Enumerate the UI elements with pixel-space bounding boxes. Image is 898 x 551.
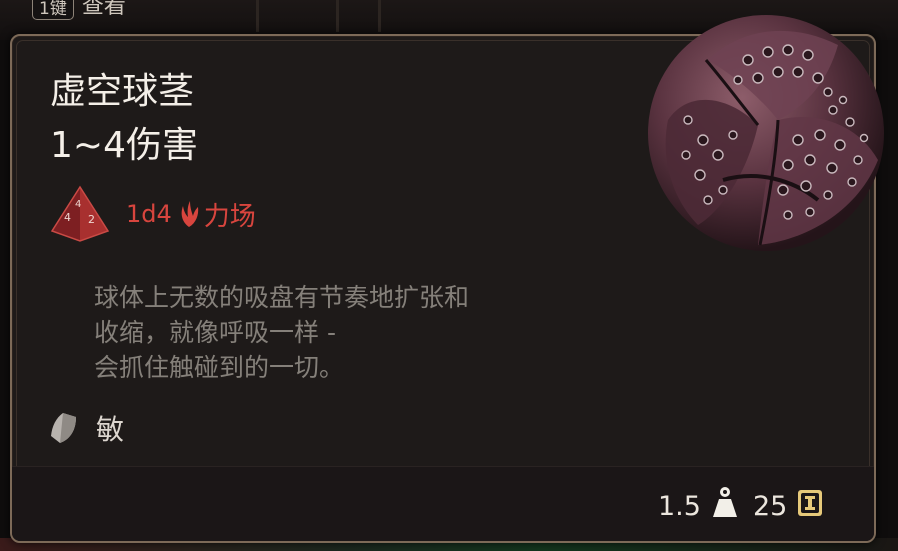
weight-value: 1.5 bbox=[658, 491, 701, 522]
svg-text:2: 2 bbox=[88, 213, 95, 226]
damage-dice: 1d4 bbox=[126, 200, 172, 228]
item-description: 球体上无数的吸盘有节奏地扩张和 收缩，就像呼吸一样 - 会抓住触碰到的一切。 bbox=[94, 280, 614, 385]
description-line: 球体上无数的吸盘有节奏地扩张和 bbox=[94, 283, 470, 312]
finesse-shield-icon bbox=[51, 413, 76, 443]
background-hint: 1键 查看 bbox=[32, 0, 126, 20]
svg-text:4: 4 bbox=[64, 211, 71, 224]
gold-value: 25 bbox=[753, 491, 788, 522]
force-damage-icon bbox=[181, 201, 198, 227]
property-row: 敏 bbox=[48, 408, 124, 448]
hint-label: 查看 bbox=[81, 0, 126, 19]
item-artwork bbox=[648, 15, 884, 251]
d4-dice-icon: 4 4 2 bbox=[50, 185, 110, 242]
damage-range: 1~4伤害 bbox=[50, 125, 198, 166]
damage-type: 力场 bbox=[203, 201, 256, 232]
svg-text:4: 4 bbox=[75, 199, 81, 210]
background-divider bbox=[378, 0, 381, 32]
description-line: 会抓住触碰到的一切。 bbox=[94, 353, 345, 382]
property-label: 敏 bbox=[96, 413, 125, 446]
keybind-badge: 1键 bbox=[32, 0, 74, 20]
damage-row: 4 4 2 1d4 力场 bbox=[48, 185, 256, 242]
tooltip-footer: 1.5 25 bbox=[12, 466, 874, 541]
background-divider bbox=[256, 0, 259, 32]
background-divider bbox=[336, 0, 339, 32]
weight-icon bbox=[713, 487, 737, 517]
description-line: 收缩，就像呼吸一样 - bbox=[94, 318, 336, 347]
gold-coin-icon bbox=[798, 490, 822, 516]
item-name: 虚空球茎 bbox=[50, 71, 195, 112]
